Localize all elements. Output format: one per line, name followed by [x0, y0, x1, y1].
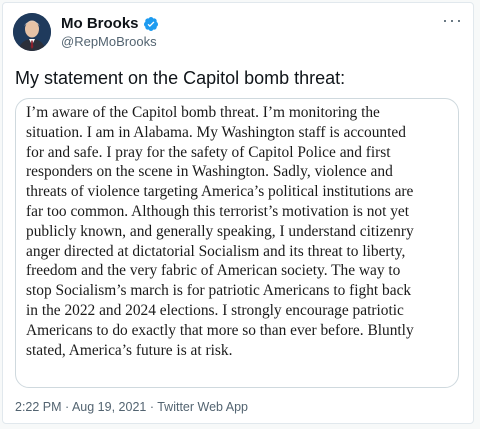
- author-names: Mo Brooks @RepMoBrooks: [61, 15, 159, 49]
- author-display-name[interactable]: Mo Brooks: [61, 15, 139, 32]
- statement-line: in the 2022 and 2024 elections. I strong…: [26, 301, 404, 319]
- statement-line: stated, America’s future is at risk.: [26, 341, 233, 359]
- statement-line: for and safe. I pray for the safety of C…: [26, 143, 391, 161]
- statement-line: anger directed at dictatorial Socialism …: [26, 242, 406, 260]
- verified-badge-icon: [143, 16, 159, 32]
- tweet-timestamp[interactable]: 2:22 PM · Aug 19, 2021 · Twitter Web App: [15, 400, 248, 414]
- statement-line: Americans to do exactly that more so tha…: [26, 321, 414, 339]
- statement-line: stop Socialism’s march is for patriotic …: [26, 282, 412, 300]
- tweet-text: My statement on the Capitol bomb threat:: [15, 68, 346, 88]
- tweet-header: Mo Brooks @RepMoBrooks ···: [13, 11, 463, 53]
- statement-line: publicly known, and generally speaking, …: [26, 222, 414, 240]
- author-handle[interactable]: @RepMoBrooks: [61, 34, 159, 49]
- statement-line: far too common. Although this terrorist’…: [26, 202, 410, 220]
- statement-image[interactable]: I’m aware of the Capitol bomb threat. I’…: [15, 98, 459, 388]
- statement-line: threats of violence targeting America’s …: [26, 183, 414, 201]
- tweet-card: Mo Brooks @RepMoBrooks ··· My statement …: [2, 2, 474, 424]
- statement-text: I’m aware of the Capitol bomb threat. I’…: [26, 103, 452, 360]
- statement-line: responders on the scene in Washington. S…: [26, 163, 393, 181]
- statement-line: freedom and the very fabric of American …: [26, 262, 401, 280]
- avatar[interactable]: [13, 13, 51, 51]
- statement-line: situation. I am in Alabama. My Washingto…: [26, 123, 406, 141]
- more-options-icon[interactable]: ···: [442, 11, 463, 29]
- statement-line: I’m aware of the Capitol bomb threat. I’…: [26, 104, 380, 121]
